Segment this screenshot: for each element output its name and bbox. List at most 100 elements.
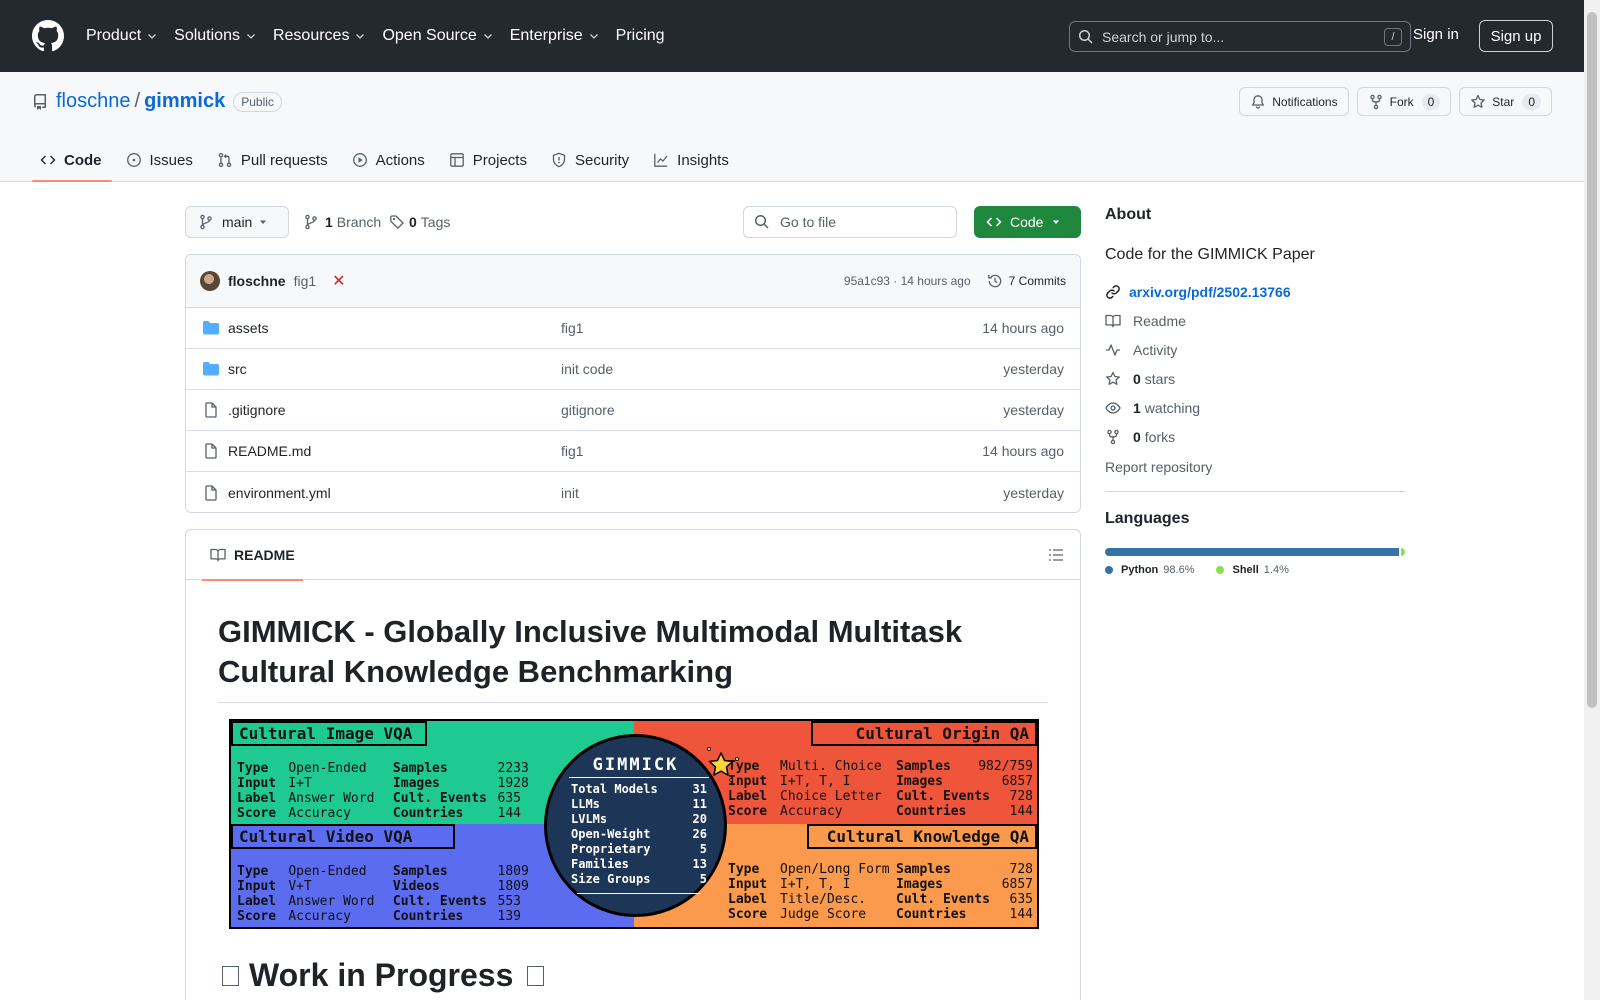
language-python[interactable]: Python 98.6% (1105, 564, 1194, 576)
repo-tabs: Code Issues Pull requests Actions Projec… (32, 138, 745, 182)
tab-projects[interactable]: Projects (441, 138, 537, 182)
stat-key: Samples (392, 864, 448, 879)
quadrant-title: Cultural Origin QA (811, 721, 1037, 746)
languages-bar (1105, 548, 1405, 556)
model-stat-key: Proprietary (571, 842, 651, 856)
repo-name-link[interactable]: gimmick (144, 90, 225, 113)
stat-key: Input (237, 879, 277, 894)
scrollbar-thumb[interactable] (1587, 12, 1597, 708)
tab-code[interactable]: Code (32, 138, 112, 182)
file-row[interactable]: .gitignore gitignore yesterday (186, 390, 1080, 431)
stars-link[interactable]: 0 stars (1105, 371, 1405, 387)
nav-product[interactable]: Product (86, 27, 158, 45)
avatar[interactable] (200, 271, 220, 291)
tab-security[interactable]: Security (543, 138, 639, 182)
file-name-link[interactable]: README.md (228, 443, 558, 459)
repo-icon (34, 93, 46, 110)
search-input[interactable]: Search or jump to... / (1069, 21, 1411, 52)
caret-down-icon (260, 220, 266, 224)
commits-history-link[interactable]: 7 Commits (987, 273, 1066, 289)
book-icon (210, 548, 226, 561)
file-commit-link[interactable]: fig1 (561, 320, 584, 336)
commit-author-link[interactable]: floschne (228, 273, 286, 289)
tab-insights[interactable]: Insights (645, 138, 739, 182)
code-dropdown-button[interactable]: Code (974, 206, 1081, 238)
file-row[interactable]: src init code yesterday (186, 349, 1080, 390)
file-commit-link[interactable]: init code (561, 361, 613, 377)
stat-value: 144 (497, 806, 522, 821)
fork-icon (1107, 429, 1119, 445)
file-row[interactable]: assets fig1 14 hours ago (186, 308, 1080, 349)
readme-link[interactable]: Readme (1105, 313, 1405, 329)
notifications-button[interactable]: Notifications (1239, 87, 1349, 116)
watchers-link[interactable]: 1 watching (1105, 400, 1405, 416)
repo-header: floschne / gimmick Public Notifications … (0, 72, 1584, 182)
page-scrollbar[interactable] (1584, 0, 1600, 1000)
sign-in-link[interactable]: Sign in (1413, 26, 1459, 43)
stat-key: Cult. Events (392, 894, 487, 909)
file-name-link[interactable]: assets (228, 320, 558, 336)
stat-key: Type (728, 862, 760, 877)
stat-key: Score (237, 806, 277, 821)
stat-row: Input I+T, T, I Images 6857 (728, 877, 1033, 892)
quadrant-title: Cultural Knowledge QA (807, 824, 1037, 849)
star-button[interactable]: Star 0 (1459, 87, 1552, 116)
go-to-file-input[interactable]: Go to file (743, 206, 957, 238)
activity-link[interactable]: Activity (1105, 342, 1405, 358)
repo-owner-link[interactable]: floschne (56, 90, 131, 113)
current-branch-label: main (222, 214, 253, 230)
quadrant-title: Cultural Video VQA (231, 824, 455, 849)
file-commit-link[interactable]: fig1 (561, 443, 584, 459)
activity-link-label: Activity (1133, 342, 1178, 358)
sparkle-star-icon (707, 747, 740, 782)
fork-button[interactable]: Fork 0 (1356, 87, 1452, 116)
file-commit-link[interactable]: gitignore (561, 402, 615, 418)
file-row[interactable]: README.md fig1 14 hours ago (186, 431, 1080, 472)
nav-enterprise[interactable]: Enterprise (510, 27, 600, 45)
search-icon (1078, 29, 1093, 44)
file-row[interactable]: environment.yml init yesterday (186, 472, 1080, 512)
homepage-link[interactable]: arxiv.org/pdf/2502.13766 (1105, 284, 1405, 300)
language-shell[interactable]: Shell 1.4% (1216, 564, 1289, 576)
visibility-badge: Public (233, 91, 282, 112)
fork-count: 0 (1421, 93, 1441, 110)
readme-tab[interactable]: README (202, 530, 303, 581)
nav-open-source-label: Open Source (382, 27, 477, 44)
nav-resources[interactable]: Resources (273, 27, 366, 45)
nav-open-source[interactable]: Open Source (382, 27, 493, 45)
branch-selector-button[interactable]: main (185, 206, 289, 238)
language-name: Shell (1232, 564, 1259, 576)
stat-key: Input (237, 776, 277, 791)
readme-heading: Work in Progress (218, 957, 1048, 994)
tag-count: 0 (409, 214, 417, 230)
stat-value: Open-Ended (288, 864, 367, 879)
tab-issues[interactable]: Issues (118, 138, 203, 182)
stat-key: Samples (896, 759, 951, 774)
file-name-link[interactable]: src (228, 361, 558, 377)
file-name-link[interactable]: .gitignore (228, 402, 558, 418)
file-commit-link[interactable]: init (561, 485, 579, 501)
repo-title: floschne / gimmick Public (32, 90, 282, 113)
commit-hash-time[interactable]: 95a1c93 · 14 hours ago (844, 274, 971, 288)
report-repository-link[interactable]: Report repository (1105, 459, 1405, 475)
branches-link[interactable]: 1 Branch (303, 214, 381, 230)
stat-value: 635 (497, 791, 522, 806)
history-icon (987, 274, 1001, 288)
commit-message-link[interactable]: fig1 (294, 273, 317, 289)
sign-up-button[interactable]: Sign up (1479, 20, 1553, 52)
stat-key: Cult. Events (896, 892, 990, 907)
chevron-down-icon (247, 34, 255, 39)
tab-actions[interactable]: Actions (344, 138, 435, 182)
forks-link[interactable]: 0 forks (1105, 429, 1405, 445)
file-name-link[interactable]: environment.yml (228, 485, 558, 501)
languages-legend: Python 98.6% Shell 1.4% (1105, 564, 1405, 576)
check-failed-icon[interactable]: ✕ (332, 271, 345, 291)
nav-pricing[interactable]: Pricing (616, 27, 665, 45)
nav-solutions[interactable]: Solutions (174, 27, 257, 45)
chevron-down-icon (589, 34, 598, 39)
list-icon[interactable] (1048, 547, 1064, 563)
tags-link[interactable]: 0 Tags (389, 214, 450, 230)
repo-sidebar: About Code for the GIMMICK Paper arxiv.o… (1105, 206, 1405, 576)
github-logo-icon[interactable] (32, 20, 64, 52)
tab-pull-requests[interactable]: Pull requests (209, 138, 338, 182)
